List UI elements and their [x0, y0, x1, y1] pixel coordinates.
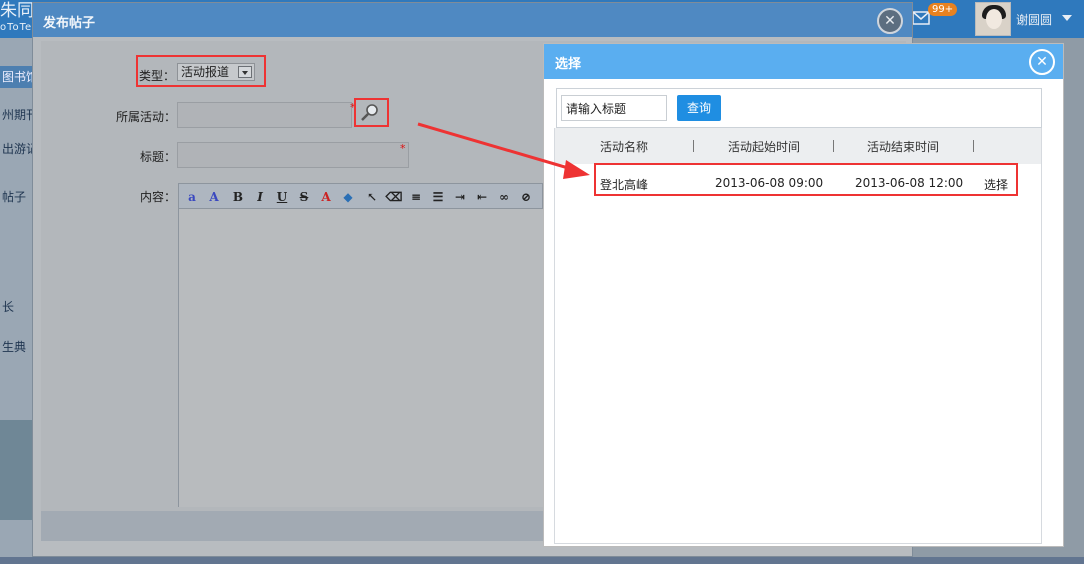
- bold-icon[interactable]: B: [229, 188, 247, 206]
- outdent-icon[interactable]: ⇤: [473, 188, 491, 206]
- highlight-box: [594, 163, 1018, 196]
- sidebar-image: [0, 420, 32, 520]
- table-header: 活动名称 活动起始时间 活动结束时间: [555, 128, 1041, 164]
- mail-count-badge: 99+: [928, 3, 958, 16]
- sidebar-item[interactable]: 帖子: [0, 186, 32, 208]
- chevron-down-icon[interactable]: [1062, 15, 1072, 21]
- sidebar-item[interactable]: 州期刊: [0, 104, 32, 126]
- unlink-icon[interactable]: ⊘: [517, 188, 535, 206]
- list-icon[interactable]: ☰: [429, 188, 447, 206]
- editor-toolbar: a A B I U S A ◆ ↖ ⌫ ≡ ☰ ⇥ ⇤ ∞ ⊘: [178, 183, 543, 209]
- column-header: 活动起始时间: [728, 140, 801, 154]
- sidebar-item[interactable]: 出游记: [0, 138, 32, 160]
- activity-field[interactable]: [177, 102, 352, 128]
- select-pointer-icon[interactable]: ↖: [363, 188, 381, 206]
- title-field[interactable]: [177, 142, 409, 168]
- column-header: 活动名称: [600, 140, 649, 154]
- close-icon[interactable]: ✕: [1029, 49, 1055, 75]
- underline-icon[interactable]: U: [273, 188, 291, 206]
- eraser-icon[interactable]: ⌫: [385, 188, 403, 206]
- highlight-box: [136, 55, 266, 87]
- dialog-title: 发布帖子: [43, 16, 96, 31]
- select-panel: 选择 ✕ 查询 活动名称 活动起始时间 活动结束时间 登北高峰 2013-06-…: [543, 43, 1064, 547]
- title-label: 标题：: [140, 150, 177, 164]
- column-divider: [833, 140, 834, 152]
- align-icon[interactable]: ≡: [407, 188, 425, 206]
- mail-icon[interactable]: [912, 11, 930, 25]
- sidebar-item[interactable]: 长: [0, 296, 32, 318]
- indent-icon[interactable]: ⇥: [451, 188, 469, 206]
- strikethrough-icon[interactable]: S: [295, 188, 313, 206]
- search-button[interactable]: 查询: [677, 95, 721, 121]
- sidebar-item[interactable]: 图书馆: [0, 66, 32, 88]
- highlight-icon[interactable]: ◆: [339, 188, 357, 206]
- font-color-icon[interactable]: A: [317, 188, 335, 206]
- column-header: 活动结束时间: [867, 140, 940, 154]
- font-size-icon[interactable]: A: [205, 188, 223, 206]
- required-mark: *: [400, 142, 406, 155]
- search-input[interactable]: [561, 95, 667, 121]
- search-bar: 查询: [556, 88, 1042, 128]
- panel-title: 选择: [555, 57, 582, 72]
- content-editor[interactable]: [178, 209, 543, 507]
- activity-label: 所属活动：: [116, 110, 177, 124]
- page-footer-bar: [0, 557, 1084, 564]
- avatar[interactable]: [975, 2, 1011, 36]
- close-icon[interactable]: ✕: [877, 8, 903, 34]
- username[interactable]: 谢圆圆: [1016, 11, 1052, 28]
- column-divider: [973, 140, 974, 152]
- highlight-box: [354, 98, 389, 127]
- link-icon[interactable]: ∞: [495, 188, 513, 206]
- italic-icon[interactable]: I: [251, 188, 269, 206]
- column-divider: [693, 140, 694, 152]
- left-sidebar: 图书馆 州期刊 出游记 帖子 长 生典: [0, 38, 32, 564]
- content-label: 内容：: [140, 190, 177, 204]
- site-logo[interactable]: 朱同 oToTe: [0, 0, 32, 38]
- sidebar-item[interactable]: 生典: [0, 336, 32, 358]
- panel-header: 选择 ✕: [544, 44, 1063, 79]
- logo-text: 朱同: [0, 1, 32, 21]
- logo-subtext: oToTe: [0, 22, 32, 33]
- font-family-icon[interactable]: a: [183, 188, 201, 206]
- dialog-header: 发布帖子 ✕: [33, 3, 912, 37]
